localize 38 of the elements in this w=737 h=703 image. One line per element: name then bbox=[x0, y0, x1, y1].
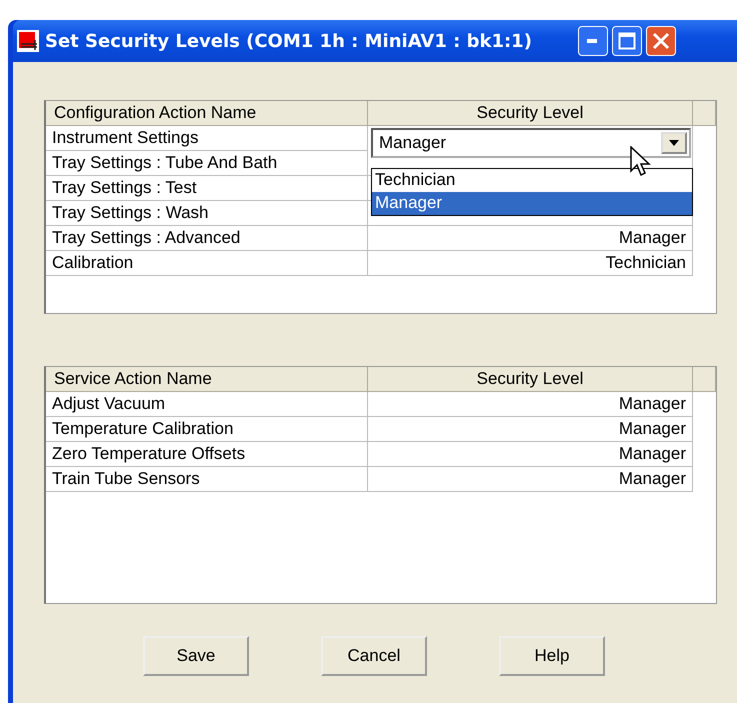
column-header[interactable]: Service Action Name bbox=[46, 367, 368, 392]
table-cell: Temperature Calibration bbox=[46, 417, 368, 442]
dropdown-option[interactable]: Manager bbox=[372, 192, 692, 215]
table-cell: Tray Settings : Tube And Bath bbox=[46, 151, 368, 176]
table-cell: Manager bbox=[368, 467, 693, 492]
dropdown-option[interactable]: Technician bbox=[372, 169, 692, 192]
table-cell: Manager bbox=[368, 417, 693, 442]
maximize-icon bbox=[618, 32, 636, 50]
help-button[interactable]: Help bbox=[499, 636, 605, 676]
table-cell: Tray Settings : Wash bbox=[46, 201, 368, 226]
minimize-icon bbox=[586, 38, 599, 44]
table-cell: Manager bbox=[368, 392, 693, 417]
table-cell: Calibration bbox=[46, 251, 368, 276]
table-cell: Train Tube Sensors bbox=[46, 467, 368, 492]
app-icon bbox=[17, 30, 39, 52]
column-header-filler bbox=[693, 101, 716, 126]
close-button[interactable] bbox=[646, 26, 676, 56]
table-cell: Tray Settings : Test bbox=[46, 176, 368, 201]
column-header[interactable]: Security Level bbox=[368, 367, 693, 392]
close-icon bbox=[652, 32, 670, 50]
maximize-button[interactable] bbox=[612, 26, 642, 56]
column-header[interactable]: Security Level bbox=[368, 101, 693, 126]
cancel-button[interactable]: Cancel bbox=[321, 636, 427, 676]
minimize-button[interactable] bbox=[578, 26, 608, 56]
table-cell: Adjust Vacuum bbox=[46, 392, 368, 417]
table-cell: Technician bbox=[368, 251, 693, 276]
column-header[interactable]: Configuration Action Name bbox=[46, 101, 368, 126]
save-button[interactable]: Save bbox=[143, 636, 249, 676]
table-cell: Tray Settings : Advanced bbox=[46, 226, 368, 251]
caret-icon bbox=[669, 140, 679, 146]
table-cell: Manager bbox=[368, 442, 693, 467]
dropdown-button[interactable] bbox=[661, 132, 687, 154]
window-title: Set Security Levels (COM1 1h : MiniAV1 : bk1:1) bbox=[45, 30, 532, 52]
table-cell: Manager bbox=[368, 226, 693, 251]
table-cell: Zero Temperature Offsets bbox=[46, 442, 368, 467]
table-cell: Instrument Settings bbox=[46, 126, 368, 151]
security-level-dropdown[interactable]: Manager bbox=[371, 128, 691, 158]
column-header-filler bbox=[693, 367, 716, 392]
